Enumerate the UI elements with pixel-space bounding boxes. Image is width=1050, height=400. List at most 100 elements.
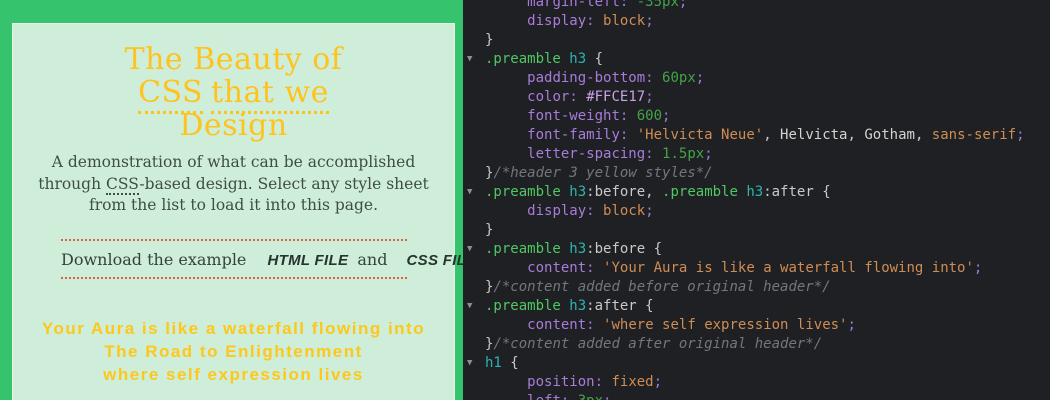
code-line[interactable]: content: 'Your Aura is like a waterfall …	[463, 259, 1050, 278]
token-op: :	[586, 317, 595, 333]
gutter	[463, 12, 485, 31]
page-title: The Beauty of CSS that we Design	[13, 43, 454, 142]
token-prop: content	[527, 260, 587, 276]
token-ws	[595, 13, 603, 29]
token-op: ;	[662, 108, 671, 124]
code-line[interactable]: ▼ .preamble h3:before, .preamble h3:after…	[463, 183, 1050, 202]
token-ws	[485, 393, 527, 400]
token-kw: block	[603, 203, 646, 219]
token-cmt: /*content added before original header*/	[493, 279, 831, 295]
gutter	[463, 316, 485, 335]
token-prop: content	[527, 317, 587, 333]
code-line[interactable]: position: fixed;	[463, 373, 1050, 392]
intro-paragraph: A demonstration of what can be accomplis…	[13, 152, 454, 217]
gutter	[463, 0, 485, 12]
code-line[interactable]: ▼ .preamble h3:after {	[463, 297, 1050, 316]
preamble-heading-before: Your Aura is like a waterfall flowing in…	[41, 318, 426, 338]
code-line-text: }/*content added before original header*…	[485, 278, 1050, 297]
code-line[interactable]: color: #FFCE17;	[463, 88, 1050, 107]
token-op: :	[569, 89, 578, 105]
code-line-text: .preamble h3:before, .preamble h3:after …	[485, 183, 1050, 202]
token-op: ;	[603, 393, 611, 400]
code-line-text: color: #FFCE17;	[485, 88, 1050, 107]
code-editor[interactable]: margin-left: -35px; display: block;} ▼ .pr…	[463, 0, 1050, 400]
token-prop: margin-left	[527, 0, 620, 10]
gutter	[463, 126, 485, 145]
code-line[interactable]: margin-left: -35px;	[463, 0, 1050, 12]
code-line-text: }/*content added after original header*/	[485, 335, 1050, 354]
html-file-link[interactable]: HTML FILE	[268, 252, 349, 269]
intro-line-2-post: -based design. Select any style sheet	[139, 174, 429, 193]
token-sel: .preamble	[485, 241, 561, 257]
token-num: 600	[636, 108, 663, 124]
fold-arrow-icon[interactable]: ▼	[463, 297, 485, 316]
code-line-text: font-weight: 600;	[485, 107, 1050, 126]
code-line[interactable]: display: block;	[463, 202, 1050, 221]
token-op: ;	[695, 70, 705, 86]
code-line[interactable]: ▼ .preamble h3:before {	[463, 240, 1050, 259]
token-str: 'Your Aura is like a waterfall flowing i…	[603, 260, 974, 276]
code-line[interactable]: letter-spacing: 1.5px;	[463, 145, 1050, 164]
fold-arrow-icon[interactable]: ▼	[463, 183, 485, 202]
code-line[interactable]: ▼ h1 {	[463, 354, 1050, 373]
token-op: :	[594, 374, 604, 390]
code-line[interactable]: }/*content added after original header*/	[463, 335, 1050, 354]
token-ws	[485, 374, 527, 390]
code-line[interactable]: }/*content added before original header*…	[463, 278, 1050, 297]
code-line[interactable]: content: 'where self expression lives';	[463, 316, 1050, 335]
code-line[interactable]: left: 3px;	[463, 392, 1050, 400]
token-ws	[654, 70, 662, 86]
token-ws	[637, 298, 645, 314]
token-op: :	[586, 260, 595, 276]
token-op: :	[586, 203, 595, 219]
token-prop: font-weight	[527, 108, 620, 124]
code-line[interactable]: ▼ .preamble h3 {	[463, 50, 1050, 69]
token-num: 60px	[662, 70, 696, 86]
code-line-text: }/*header 3 yellow styles*/	[485, 164, 1050, 183]
token-op: ;	[653, 374, 663, 390]
token-kw: sans-serif	[923, 127, 1017, 143]
token-prop: position	[527, 374, 595, 390]
token-pun: }	[485, 222, 494, 238]
token-ws	[645, 241, 653, 257]
code-line[interactable]: display: block;	[463, 12, 1050, 31]
gutter	[463, 259, 485, 278]
token-str: 'where self expression lives'	[603, 317, 848, 333]
token-ws	[485, 203, 527, 219]
gutter	[463, 107, 485, 126]
code-line[interactable]: }	[463, 31, 1050, 50]
token-ws	[654, 146, 662, 162]
code-line[interactable]: font-family: 'Helvicta Neue', Helvicta, …	[463, 126, 1050, 145]
code-line[interactable]: font-weight: 600;	[463, 107, 1050, 126]
code-line[interactable]: padding-bottom: 60px;	[463, 69, 1050, 88]
fold-arrow-icon[interactable]: ▼	[463, 50, 485, 69]
code-line-text: left: 3px;	[485, 392, 1050, 400]
token-ws	[578, 89, 586, 105]
token-pun: {	[645, 298, 654, 314]
token-ws	[586, 51, 594, 67]
fold-arrow-icon[interactable]: ▼	[463, 354, 485, 373]
code-line-text: content: 'Your Aura is like a waterfall …	[485, 259, 1050, 278]
css-file-link[interactable]: CSS FILE	[407, 252, 463, 269]
token-num: 3px	[578, 393, 603, 400]
code-line[interactable]: }	[463, 221, 1050, 240]
token-sel: .preamble	[485, 184, 561, 200]
preamble-heading: Your Aura is like a waterfall flowing in…	[13, 317, 454, 386]
code-line-text: .preamble h3:before {	[485, 240, 1050, 259]
code-line[interactable]: }/*header 3 yellow styles*/	[463, 164, 1050, 183]
token-pun: ,	[763, 127, 772, 143]
gutter	[463, 31, 485, 50]
code-line-text: .preamble h3:after {	[485, 297, 1050, 316]
fold-arrow-icon[interactable]: ▼	[463, 240, 485, 259]
browser-preview-pane: The Beauty of CSS that we Design A demons…	[0, 0, 463, 400]
token-op: ;	[645, 13, 654, 29]
token-ws	[814, 184, 822, 200]
intro-line-2: through CSS-based design. Select any sty…	[13, 174, 454, 196]
token-idn: Gotham	[855, 127, 915, 143]
token-ws	[569, 393, 577, 400]
token-op: ;	[645, 89, 654, 105]
token-prop: left	[527, 393, 561, 400]
token-el: h1	[485, 355, 502, 371]
token-op: :	[586, 13, 595, 29]
code-line-text: display: block;	[485, 202, 1050, 221]
